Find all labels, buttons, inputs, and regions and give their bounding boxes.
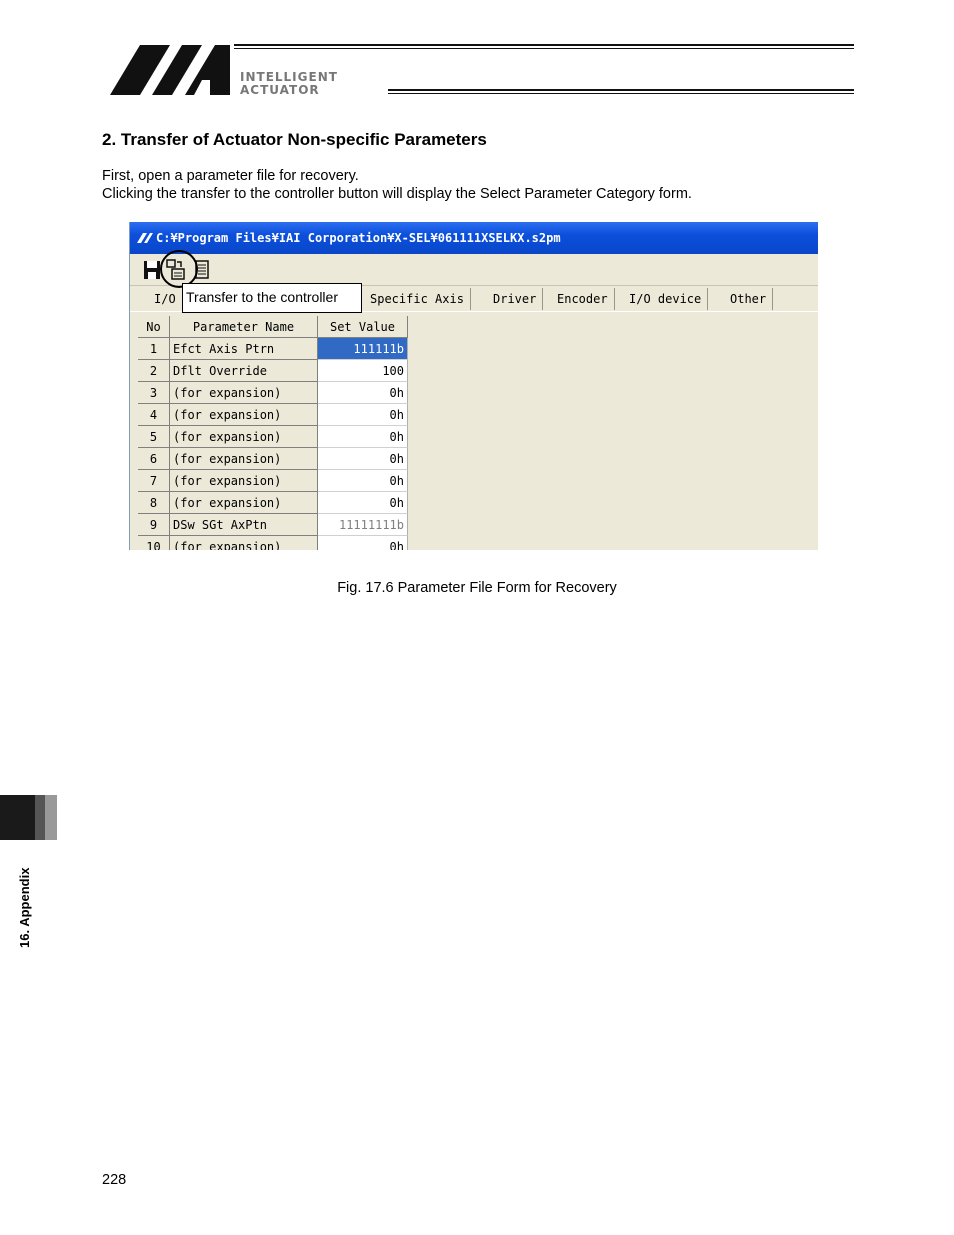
parameter-name-cell: Dflt Override (170, 360, 318, 382)
set-value-cell[interactable]: 11111111b (318, 514, 408, 536)
column-header-value[interactable]: Set Value (318, 316, 408, 338)
callout-label: Transfer to the controller (182, 283, 362, 313)
side-tab-block-light (45, 795, 57, 840)
row-number: 2 (138, 360, 170, 382)
row-number: 4 (138, 404, 170, 426)
row-number: 5 (138, 426, 170, 448)
set-value-cell[interactable]: 0h (318, 404, 408, 426)
row-number: 6 (138, 448, 170, 470)
parameter-name-cell: (for expansion) (170, 426, 318, 448)
tab-driver[interactable]: Driver (493, 288, 544, 310)
window-titlebar[interactable]: C:¥Program Files¥IAI Corporation¥X-SEL¥0… (130, 222, 818, 254)
tab-specific-axis[interactable]: Specific Axis (370, 288, 471, 310)
ia-logo-mark (110, 44, 854, 95)
tab-encoder[interactable]: Encoder (557, 288, 615, 310)
table-row[interactable]: 4 (for expansion) 0h (138, 404, 412, 426)
table-row[interactable]: 8 (for expansion) 0h (138, 492, 412, 514)
parameter-name-cell: DSw SGt AxPtn (170, 514, 318, 536)
row-number: 1 (138, 338, 170, 360)
tab-io-device[interactable]: I/O device (629, 288, 709, 310)
set-value-cell[interactable]: 0h (318, 536, 408, 550)
set-value-cell[interactable]: 0h (318, 492, 408, 514)
tab-other[interactable]: Other (730, 288, 774, 310)
table-row[interactable]: 6 (for expansion) 0h (138, 448, 412, 470)
app-icon (137, 233, 153, 243)
row-number: 7 (138, 470, 170, 492)
parameter-file-window: C:¥Program Files¥IAI Corporation¥X-SEL¥0… (129, 222, 818, 550)
table-row[interactable]: 2 Dflt Override 100 (138, 360, 412, 382)
table-row[interactable]: 9 DSw SGt AxPtn 11111111b (138, 514, 412, 536)
parameter-name-cell: Efct Axis Ptrn (170, 338, 318, 360)
set-value-cell[interactable]: 111111b (318, 338, 408, 360)
parameter-name-cell: (for expansion) (170, 382, 318, 404)
parameter-name-cell: (for expansion) (170, 470, 318, 492)
row-number: 3 (138, 382, 170, 404)
set-value-cell[interactable]: 0h (318, 470, 408, 492)
column-header-name[interactable]: Parameter Name (170, 316, 318, 338)
paragraph-1: First, open a parameter file for recover… (102, 168, 359, 184)
parameter-name-cell: (for expansion) (170, 492, 318, 514)
side-tab-block-mid (35, 795, 45, 840)
save-button[interactable] (142, 258, 162, 282)
page-number: 228 (102, 1172, 127, 1188)
parameter-name-cell: (for expansion) (170, 536, 318, 550)
tab-io[interactable]: I/O (154, 288, 182, 310)
parameter-name-cell: (for expansion) (170, 448, 318, 470)
logo-text-actuator: ACTUATOR (240, 83, 320, 97)
set-value-cell[interactable]: 0h (318, 382, 408, 404)
table-row[interactable]: 10 (for expansion) 0h (138, 536, 412, 550)
column-header-no[interactable]: No (138, 316, 170, 338)
save-icon (144, 261, 160, 279)
table-row[interactable]: 5 (for expansion) 0h (138, 426, 412, 448)
grid-header-row: No Parameter Name Set Value (138, 316, 412, 338)
paragraph-2: Clicking the transfer to the controller … (102, 186, 692, 202)
section-title: 2. Transfer of Actuator Non-specific Par… (102, 130, 487, 149)
row-number: 10 (138, 536, 170, 550)
side-tab-label: 16. Appendix (17, 867, 32, 948)
logo-text-intelligent: INTELLIGENT (240, 70, 338, 84)
table-row[interactable]: 1 Efct Axis Ptrn 111111b (138, 338, 412, 360)
row-number: 8 (138, 492, 170, 514)
parameter-name-cell: (for expansion) (170, 404, 318, 426)
company-logo: INTELLIGENT ACTUATOR (110, 40, 855, 100)
table-row[interactable]: 7 (for expansion) 0h (138, 470, 412, 492)
set-value-cell[interactable]: 0h (318, 426, 408, 448)
window-title: C:¥Program Files¥IAI Corporation¥X-SEL¥0… (156, 231, 561, 245)
set-value-cell[interactable]: 0h (318, 448, 408, 470)
side-tab-block (0, 795, 35, 840)
figure-caption: Fig. 17.6 Parameter File Form for Recove… (337, 580, 617, 596)
set-value-cell[interactable]: 100 (318, 360, 408, 382)
table-row[interactable]: 3 (for expansion) 0h (138, 382, 412, 404)
row-number: 9 (138, 514, 170, 536)
